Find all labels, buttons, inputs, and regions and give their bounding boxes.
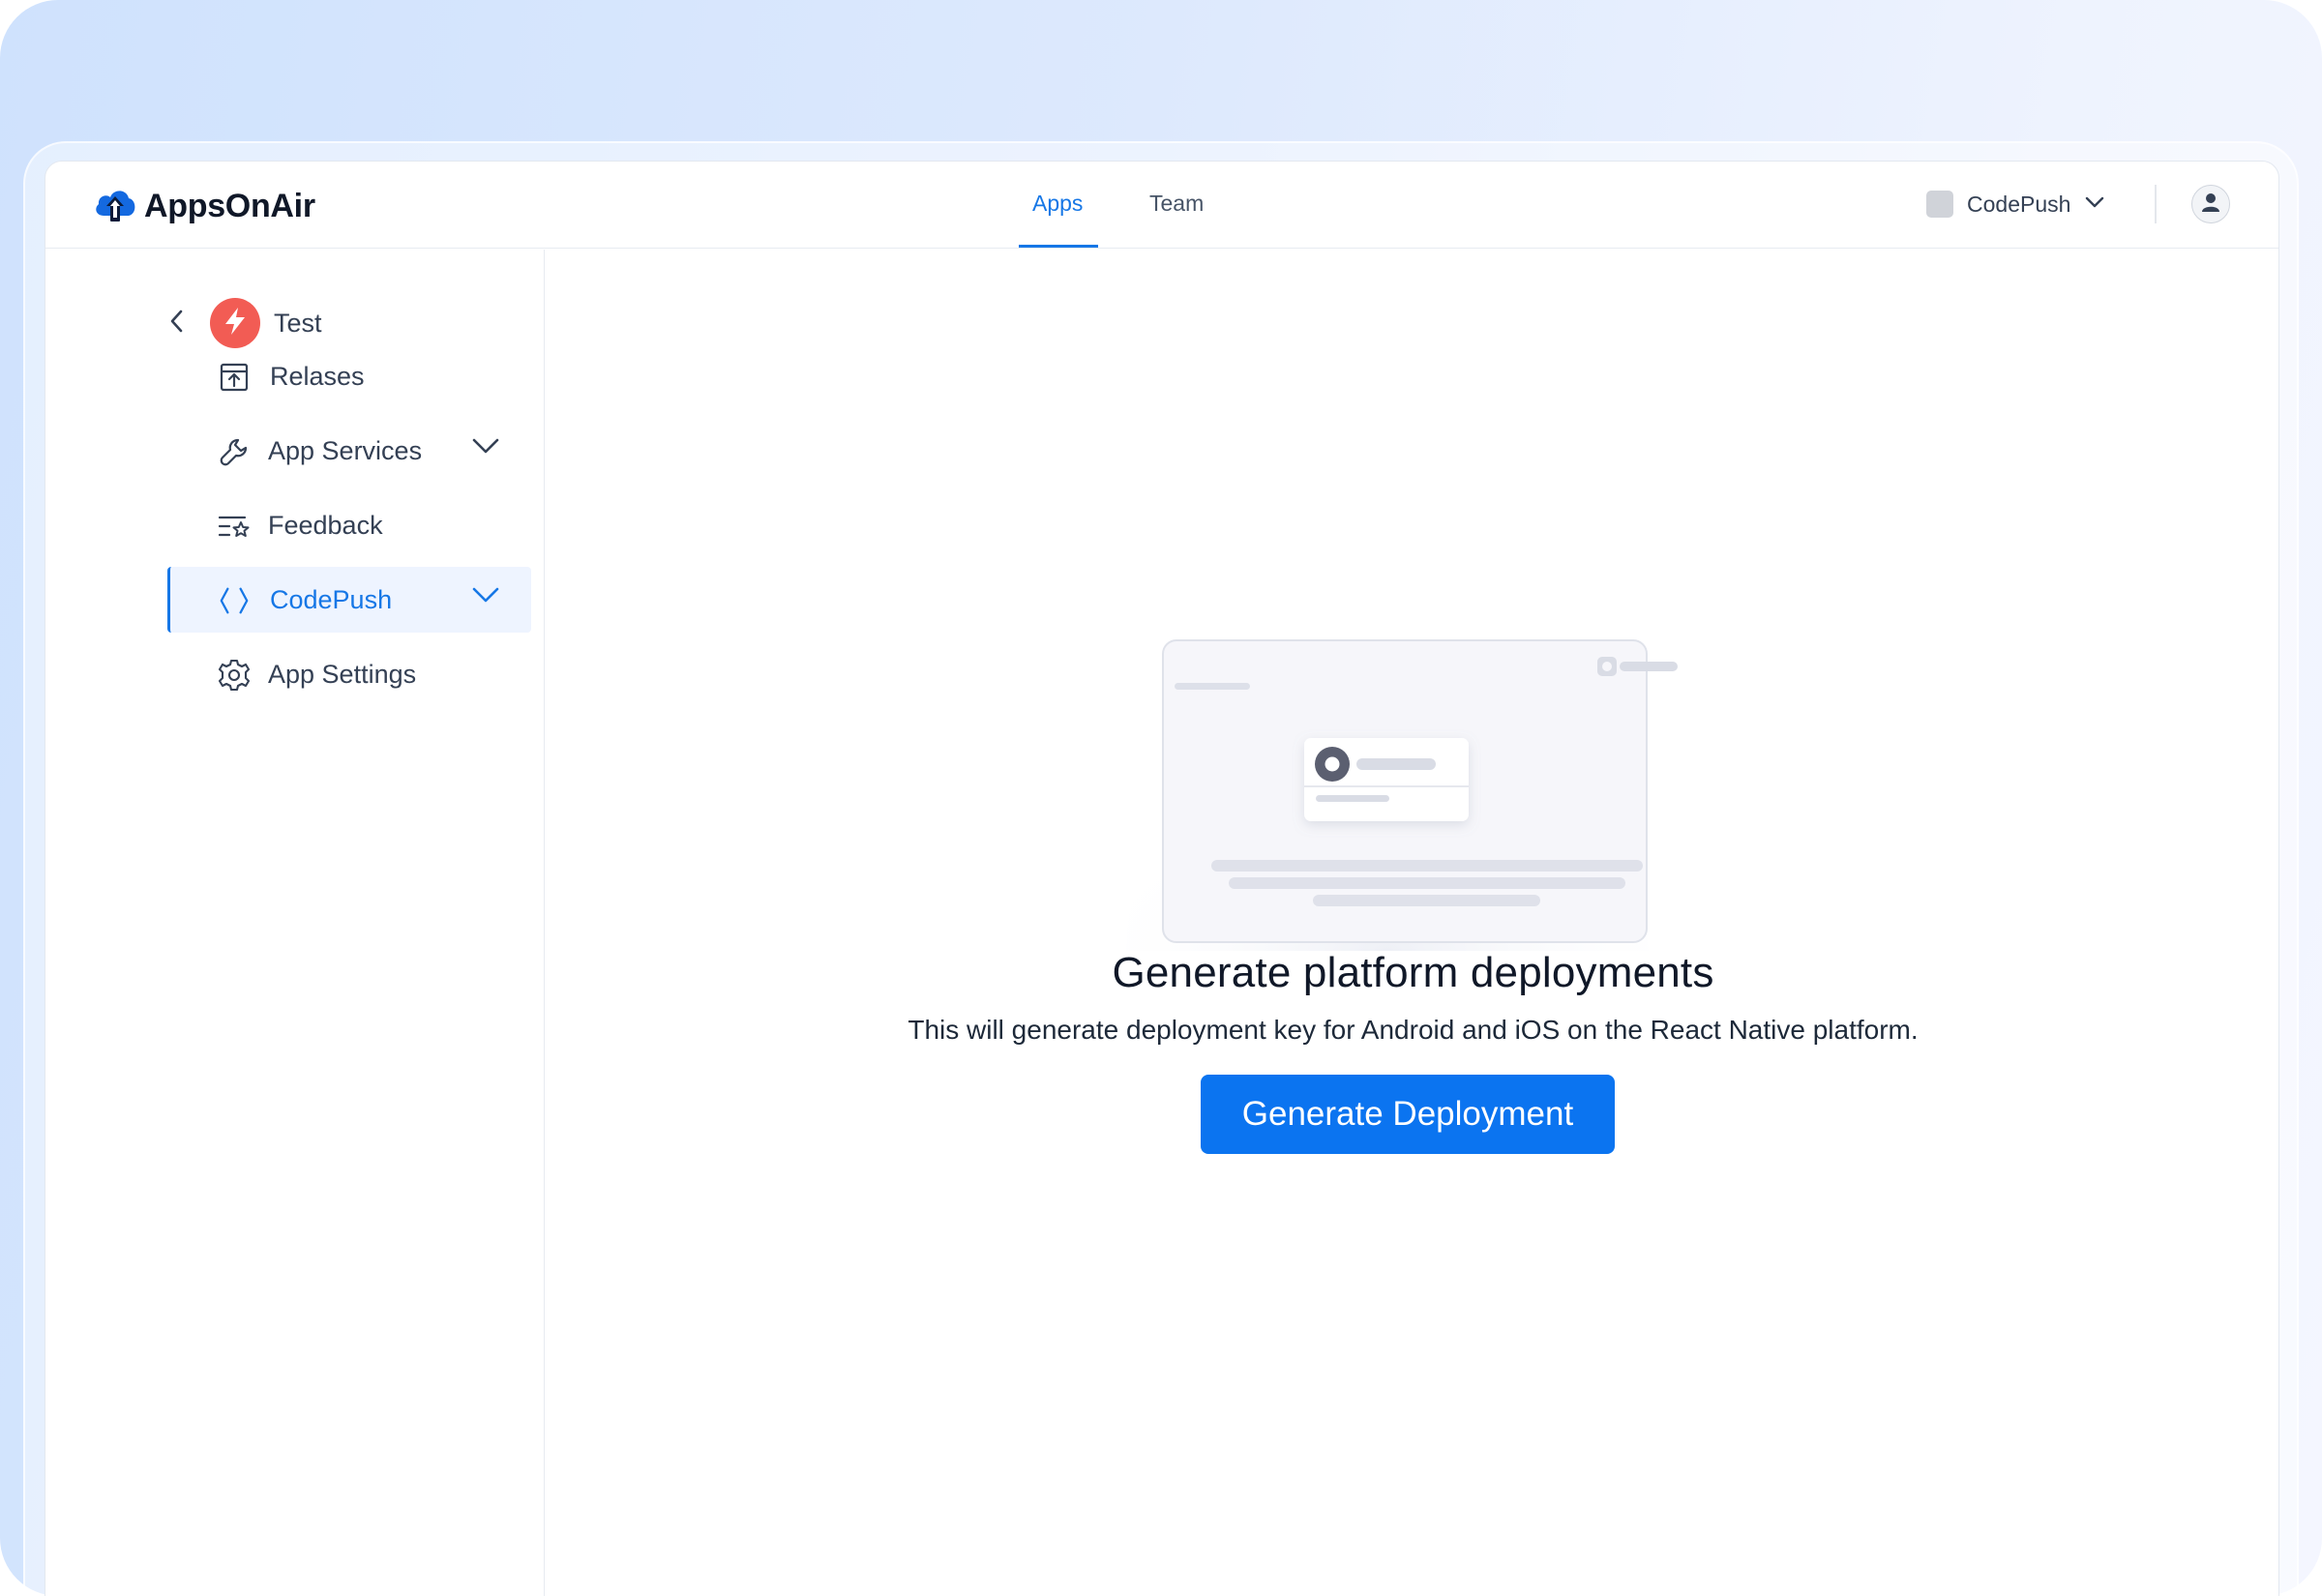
gear-icon — [218, 659, 251, 692]
sidebar-item-app-services[interactable]: App Services — [45, 418, 545, 484]
sidebar-item-releases[interactable]: Relases — [45, 343, 545, 409]
app-header: Test — [169, 298, 322, 348]
project-selector-label: CodePush — [1967, 191, 2071, 217]
app-name: Test — [274, 308, 322, 338]
bolt-icon — [221, 306, 250, 341]
code-brackets-icon — [218, 584, 251, 617]
brand-logo[interactable]: AppsOnAir — [92, 185, 315, 228]
user-icon — [2199, 191, 2222, 219]
project-avatar — [1926, 191, 1953, 218]
empty-state-illustration — [1097, 632, 1678, 951]
sidebar-item-feedback[interactable]: Feedback — [45, 492, 545, 558]
brand-name: AppsOnAir — [144, 188, 315, 224]
sidebar-item-label: CodePush — [270, 584, 393, 614]
app-icon — [210, 298, 260, 348]
sidebar-item-label: Feedback — [268, 510, 383, 540]
main-content: Generate platform deployments This will … — [546, 250, 2278, 1596]
app-window: AppsOnAir Apps Team CodePush Test Relase… — [45, 161, 2279, 1596]
sidebar-item-app-settings[interactable]: App Settings — [45, 641, 545, 707]
list-star-icon — [218, 510, 251, 543]
upload-box-icon — [218, 361, 251, 394]
user-avatar[interactable] — [2191, 185, 2230, 223]
chevron-down-icon — [2084, 195, 2105, 214]
empty-state-description: This will generate deployment key for An… — [908, 1015, 1919, 1045]
chevron-down-icon[interactable] — [471, 586, 500, 608]
top-header: AppsOnAir Apps Team CodePush — [45, 162, 2278, 249]
header-divider — [2155, 185, 2157, 223]
active-tab-indicator — [1019, 245, 1098, 248]
sidebar: Test Relases App Services Feedback CodeP… — [45, 250, 545, 1596]
tab-team[interactable]: Team — [1149, 191, 1204, 217]
sidebar-item-label: App Services — [268, 435, 423, 465]
tab-apps[interactable]: Apps — [1032, 191, 1083, 217]
generate-deployment-button[interactable]: Generate Deployment — [1201, 1075, 1615, 1154]
wrench-icon — [218, 435, 251, 468]
cloud-upload-icon — [92, 185, 138, 228]
sidebar-item-label: Relases — [270, 361, 365, 391]
sidebar-item-codepush[interactable]: CodePush — [45, 567, 545, 633]
chevron-down-icon[interactable] — [471, 437, 500, 459]
chevron-left-icon[interactable] — [169, 309, 185, 339]
empty-state-title: Generate platform deployments — [1112, 949, 1714, 996]
project-selector[interactable]: CodePush — [1926, 191, 2105, 218]
sidebar-item-label: App Settings — [268, 659, 417, 689]
